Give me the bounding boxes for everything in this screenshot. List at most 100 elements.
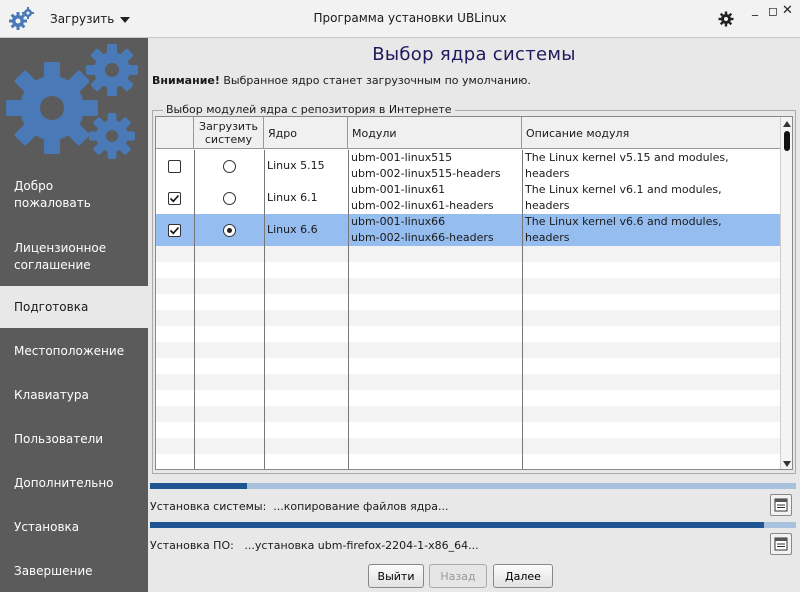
sidebar-item-label: Клавиатура bbox=[14, 387, 89, 402]
group-label: Выбор модулей ядра с репозитория в Интер… bbox=[163, 103, 455, 116]
description-line: headers bbox=[525, 167, 570, 180]
kernel-name: Linux 6.6 bbox=[267, 223, 318, 236]
sidebar-item-users[interactable]: Пользователи bbox=[0, 418, 148, 460]
load-checkbox[interactable] bbox=[168, 160, 181, 173]
description-line: headers bbox=[525, 231, 570, 244]
column-header-kernel[interactable]: Ядро bbox=[264, 117, 348, 149]
empty-row bbox=[156, 246, 780, 262]
system-progress-fill bbox=[150, 483, 247, 489]
scroll-thumb[interactable] bbox=[784, 131, 790, 151]
empty-row bbox=[156, 310, 780, 326]
kernel-cell: Linux 6.6 bbox=[264, 214, 348, 246]
empty-row bbox=[156, 438, 780, 454]
sidebar-item-label: Местоположение bbox=[14, 343, 125, 358]
module-name: ubm-002-linux515-headers bbox=[351, 167, 501, 180]
kernel-modules-group: Выбор модулей ядра с репозитория в Интер… bbox=[152, 103, 796, 474]
software-status: Установка ПО: ...установка ubm-firefox-2… bbox=[150, 539, 479, 552]
table-row[interactable]: Linux 6.1 ubm-001-linux61 ubm-002-linux61… bbox=[156, 182, 780, 214]
column-divider bbox=[522, 150, 523, 469]
kernel-cell: Linux 5.15 bbox=[264, 150, 348, 182]
notice-text: Внимание! Выбранное ядро станет загрузоч… bbox=[152, 74, 531, 87]
sidebar-item-finish[interactable]: Завершение bbox=[0, 550, 148, 592]
boot-radio[interactable] bbox=[223, 224, 236, 237]
gear-icon[interactable] bbox=[718, 11, 734, 27]
exit-button[interactable]: Выйти bbox=[368, 564, 424, 588]
back-button[interactable]: Назад bbox=[429, 564, 487, 588]
description-line: headers bbox=[525, 199, 570, 212]
column-header-description[interactable]: Описание модуля bbox=[522, 117, 780, 149]
sidebar: Добро пожаловать Лицензионное соглашение… bbox=[0, 38, 148, 592]
next-button[interactable]: Далее bbox=[493, 564, 553, 588]
close-icon[interactable]: ✕ bbox=[782, 4, 793, 17]
sidebar-item-location[interactable]: Местоположение bbox=[0, 330, 148, 372]
boot-radio[interactable] bbox=[223, 192, 236, 205]
minimize-icon[interactable]: _ bbox=[752, 3, 758, 15]
scroll-up-icon[interactable] bbox=[783, 121, 791, 127]
modules-cell: ubm-001-linux66 ubm-002-linux66-headers bbox=[348, 214, 522, 246]
gears-logo-icon bbox=[6, 44, 138, 159]
column-divider bbox=[194, 150, 195, 469]
sidebar-item-installation[interactable]: Установка bbox=[0, 506, 148, 548]
column-header-modules[interactable]: Модули bbox=[348, 117, 522, 149]
system-progress-bar bbox=[150, 483, 796, 489]
scroll-down-icon[interactable] bbox=[783, 461, 791, 467]
module-name: ubm-002-linux66-headers bbox=[351, 231, 494, 244]
column-header-boot[interactable]: Загрузить систему bbox=[194, 117, 264, 149]
kernel-cell: Linux 6.1 bbox=[264, 182, 348, 214]
sidebar-item-welcome[interactable]: Добро пожаловать bbox=[0, 168, 148, 222]
software-status-label: Установка ПО: bbox=[150, 539, 234, 552]
column-divider bbox=[348, 150, 349, 469]
empty-row bbox=[156, 406, 780, 422]
software-progress-bar bbox=[150, 522, 796, 528]
software-log-button[interactable] bbox=[770, 533, 792, 555]
modules-cell: ubm-001-linux61 ubm-002-linux61-headers bbox=[348, 182, 522, 214]
load-checkbox[interactable] bbox=[168, 224, 181, 237]
table-row[interactable]: Linux 5.15 ubm-001-linux515 ubm-002-linux… bbox=[156, 150, 780, 182]
main-panel: Выбор ядра системы Внимание! Выбранное я… bbox=[148, 38, 800, 592]
system-status: Установка системы: ...копирование файлов… bbox=[150, 500, 449, 513]
table-row[interactable]: Linux 6.6 ubm-001-linux66 ubm-002-linux66… bbox=[156, 214, 780, 246]
load-checkbox[interactable] bbox=[168, 192, 181, 205]
page-title: Выбор ядра системы bbox=[372, 44, 576, 65]
table-header: Загрузить систему Ядро Модули Описание м… bbox=[156, 117, 780, 149]
kernel-name: Linux 5.15 bbox=[267, 159, 325, 172]
maximize-icon[interactable]: ◻ bbox=[768, 5, 778, 17]
log-icon bbox=[774, 498, 788, 512]
sidebar-item-label: Установка bbox=[14, 519, 80, 534]
boot-radio[interactable] bbox=[223, 160, 236, 173]
sidebar-item-preparation[interactable]: Подготовка bbox=[0, 286, 148, 328]
empty-row bbox=[156, 278, 780, 294]
system-log-button[interactable] bbox=[770, 494, 792, 516]
sidebar-item-license[interactable]: Лицензионное соглашение bbox=[0, 230, 148, 284]
description-line: The Linux kernel v6.1 and modules, bbox=[525, 183, 722, 196]
check-icon bbox=[169, 194, 180, 203]
sidebar-item-label: Лицензионное соглашение bbox=[14, 241, 107, 272]
empty-row bbox=[156, 342, 780, 358]
sidebar-item-additional[interactable]: Дополнительно bbox=[0, 462, 148, 504]
system-status-text: ...копирование файлов ядра... bbox=[273, 500, 449, 513]
description-line: The Linux kernel v6.6 and modules, bbox=[525, 215, 722, 228]
sidebar-item-label: Добро пожаловать bbox=[14, 179, 91, 210]
kernel-table: Загрузить систему Ядро Модули Описание м… bbox=[155, 116, 793, 470]
description-cell: The Linux kernel v6.1 and modules, header… bbox=[522, 182, 780, 214]
sidebar-item-keyboard[interactable]: Клавиатура bbox=[0, 374, 148, 416]
sidebar-item-label: Завершение bbox=[14, 563, 93, 578]
radio-dot bbox=[227, 228, 232, 233]
notice-bold: Внимание! bbox=[152, 74, 220, 87]
table-body: Linux 5.15 ubm-001-linux515 ubm-002-linux… bbox=[156, 150, 780, 469]
module-name: ubm-001-linux66 bbox=[351, 215, 446, 228]
module-name: ubm-001-linux515 bbox=[351, 151, 453, 164]
module-name: ubm-002-linux61-headers bbox=[351, 199, 494, 212]
table-scrollbar[interactable] bbox=[780, 117, 792, 469]
column-header-load[interactable] bbox=[156, 117, 194, 149]
sidebar-item-label: Подготовка bbox=[14, 299, 89, 314]
sidebar-item-label: Пользователи bbox=[14, 431, 104, 446]
empty-row bbox=[156, 374, 780, 390]
column-divider bbox=[264, 150, 265, 469]
description-cell: The Linux kernel v6.6 and modules, header… bbox=[522, 214, 780, 246]
module-name: ubm-001-linux61 bbox=[351, 183, 446, 196]
window-title: Программа установки UBLinux bbox=[313, 11, 507, 25]
kernel-name: Linux 6.1 bbox=[267, 191, 318, 204]
software-progress-fill bbox=[150, 522, 764, 528]
description-line: The Linux kernel v5.15 and modules, bbox=[525, 151, 729, 164]
